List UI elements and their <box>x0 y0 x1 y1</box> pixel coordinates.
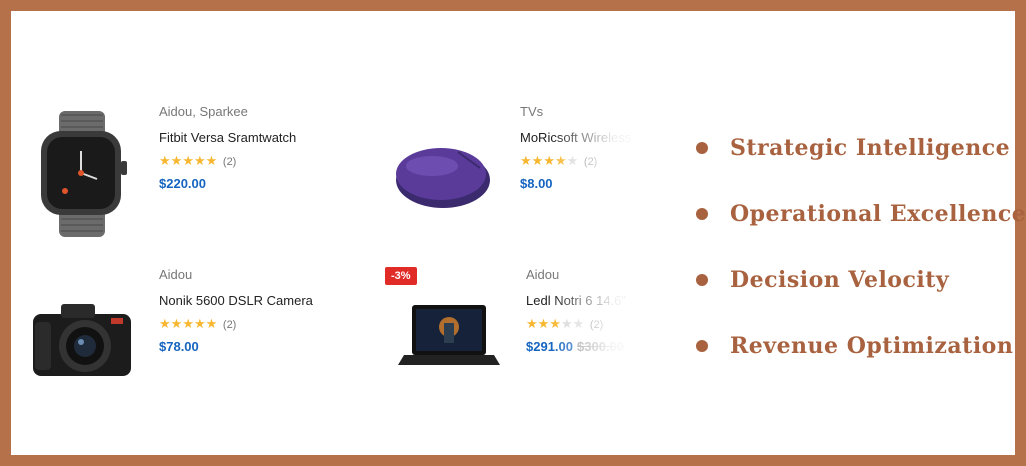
highlight-item: Strategic Intelligence <box>696 115 1016 181</box>
product-price: $220.00 <box>159 176 206 191</box>
review-count: (2) <box>589 319 604 331</box>
star-icon: ★ <box>159 316 171 331</box>
content-panel: Aidou, Sparkee Fitbit Versa Sramtwatch ★… <box>11 11 1026 455</box>
bullet-dot-icon <box>696 142 708 154</box>
laptop-image[interactable] <box>389 267 509 407</box>
bullet-dot-icon <box>696 340 708 352</box>
product-card-laptop[interactable]: -3% Aidou Ledl Notri 6 14.6" ★★★★★ (2) $… <box>385 267 719 407</box>
star-icon: ★ <box>554 153 567 168</box>
star-icon: ★ <box>193 316 206 331</box>
star-empty-icon: ★ <box>560 316 573 331</box>
product-name[interactable]: Fitbit Versa Sramtwatch <box>159 130 379 146</box>
bullet-dot-icon <box>696 274 708 286</box>
bullet-dot-icon <box>696 208 708 220</box>
highlight-label: Decision Velocity <box>730 267 950 293</box>
star-icon: ★ <box>182 316 194 331</box>
old-price: $300.00 <box>577 339 624 354</box>
current-price: $291.00 <box>526 339 573 354</box>
star-icon: ★ <box>205 316 218 331</box>
product-card-smartwatch[interactable]: Aidou, Sparkee Fitbit Versa Sramtwatch ★… <box>22 104 352 244</box>
product-brand[interactable]: Aidou <box>159 267 379 283</box>
star-icon: ★ <box>549 316 561 331</box>
star-empty-icon: ★ <box>566 153 579 168</box>
star-icon: ★ <box>159 153 171 168</box>
product-card-mouse[interactable]: TVs MoRicsoft Wireless ★★★★★ (2) $8.00 <box>383 104 713 244</box>
highlights-list: Strategic Intelligence Operational Excel… <box>696 115 1026 379</box>
highlight-label: Revenue Optimization <box>730 333 1014 359</box>
highlight-label: Operational Excellence <box>730 201 1026 227</box>
review-count: (2) <box>583 156 598 168</box>
product-price: $78.00 <box>159 339 199 354</box>
star-icon: ★ <box>205 153 218 168</box>
product-rating: ★★★★★ (2) <box>159 316 379 333</box>
highlight-label: Strategic Intelligence <box>730 135 1011 161</box>
star-icon: ★ <box>543 153 555 168</box>
highlight-item: Revenue Optimization <box>696 313 1016 379</box>
product-name[interactable]: Nonik 5600 DSLR Camera <box>159 293 379 309</box>
product-rating: ★★★★★ (2) <box>159 153 379 170</box>
star-icon: ★ <box>170 153 183 168</box>
star-icon: ★ <box>526 316 538 331</box>
star-icon: ★ <box>520 153 532 168</box>
dslr-camera-image[interactable] <box>22 267 142 407</box>
highlight-item: Operational Excellence <box>696 181 1026 247</box>
smartwatch-image[interactable] <box>22 104 142 244</box>
product-brand[interactable]: Aidou, Sparkee <box>159 104 379 120</box>
star-icon: ★ <box>531 153 544 168</box>
product-card-camera[interactable]: Aidou Nonik 5600 DSLR Camera ★★★★★ (2) $… <box>22 267 352 407</box>
star-icon: ★ <box>182 153 194 168</box>
review-count: (2) <box>222 156 237 168</box>
review-count: (2) <box>222 319 237 331</box>
star-empty-icon: ★ <box>572 316 585 331</box>
wireless-mouse-image[interactable] <box>383 104 503 244</box>
star-icon: ★ <box>193 153 206 168</box>
star-icon: ★ <box>170 316 183 331</box>
star-icon: ★ <box>537 316 550 331</box>
highlight-item: Decision Velocity <box>696 247 1016 313</box>
